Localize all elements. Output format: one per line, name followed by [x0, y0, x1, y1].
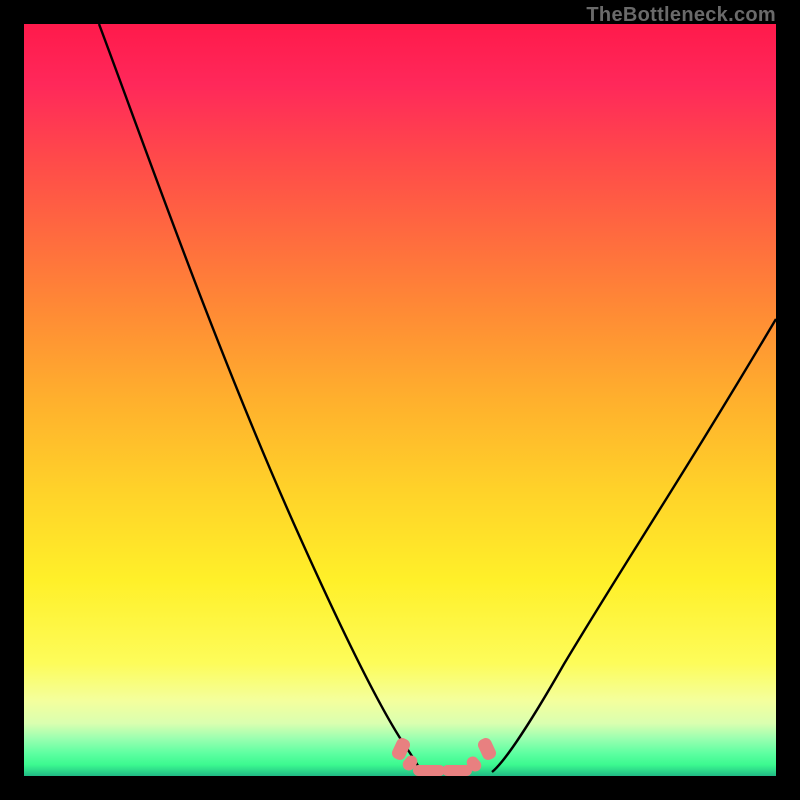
chart-plot-area	[24, 24, 776, 776]
valley-marker	[413, 765, 445, 776]
chart-frame: TheBottleneck.com	[0, 0, 800, 800]
watermark-text: TheBottleneck.com	[586, 4, 776, 27]
